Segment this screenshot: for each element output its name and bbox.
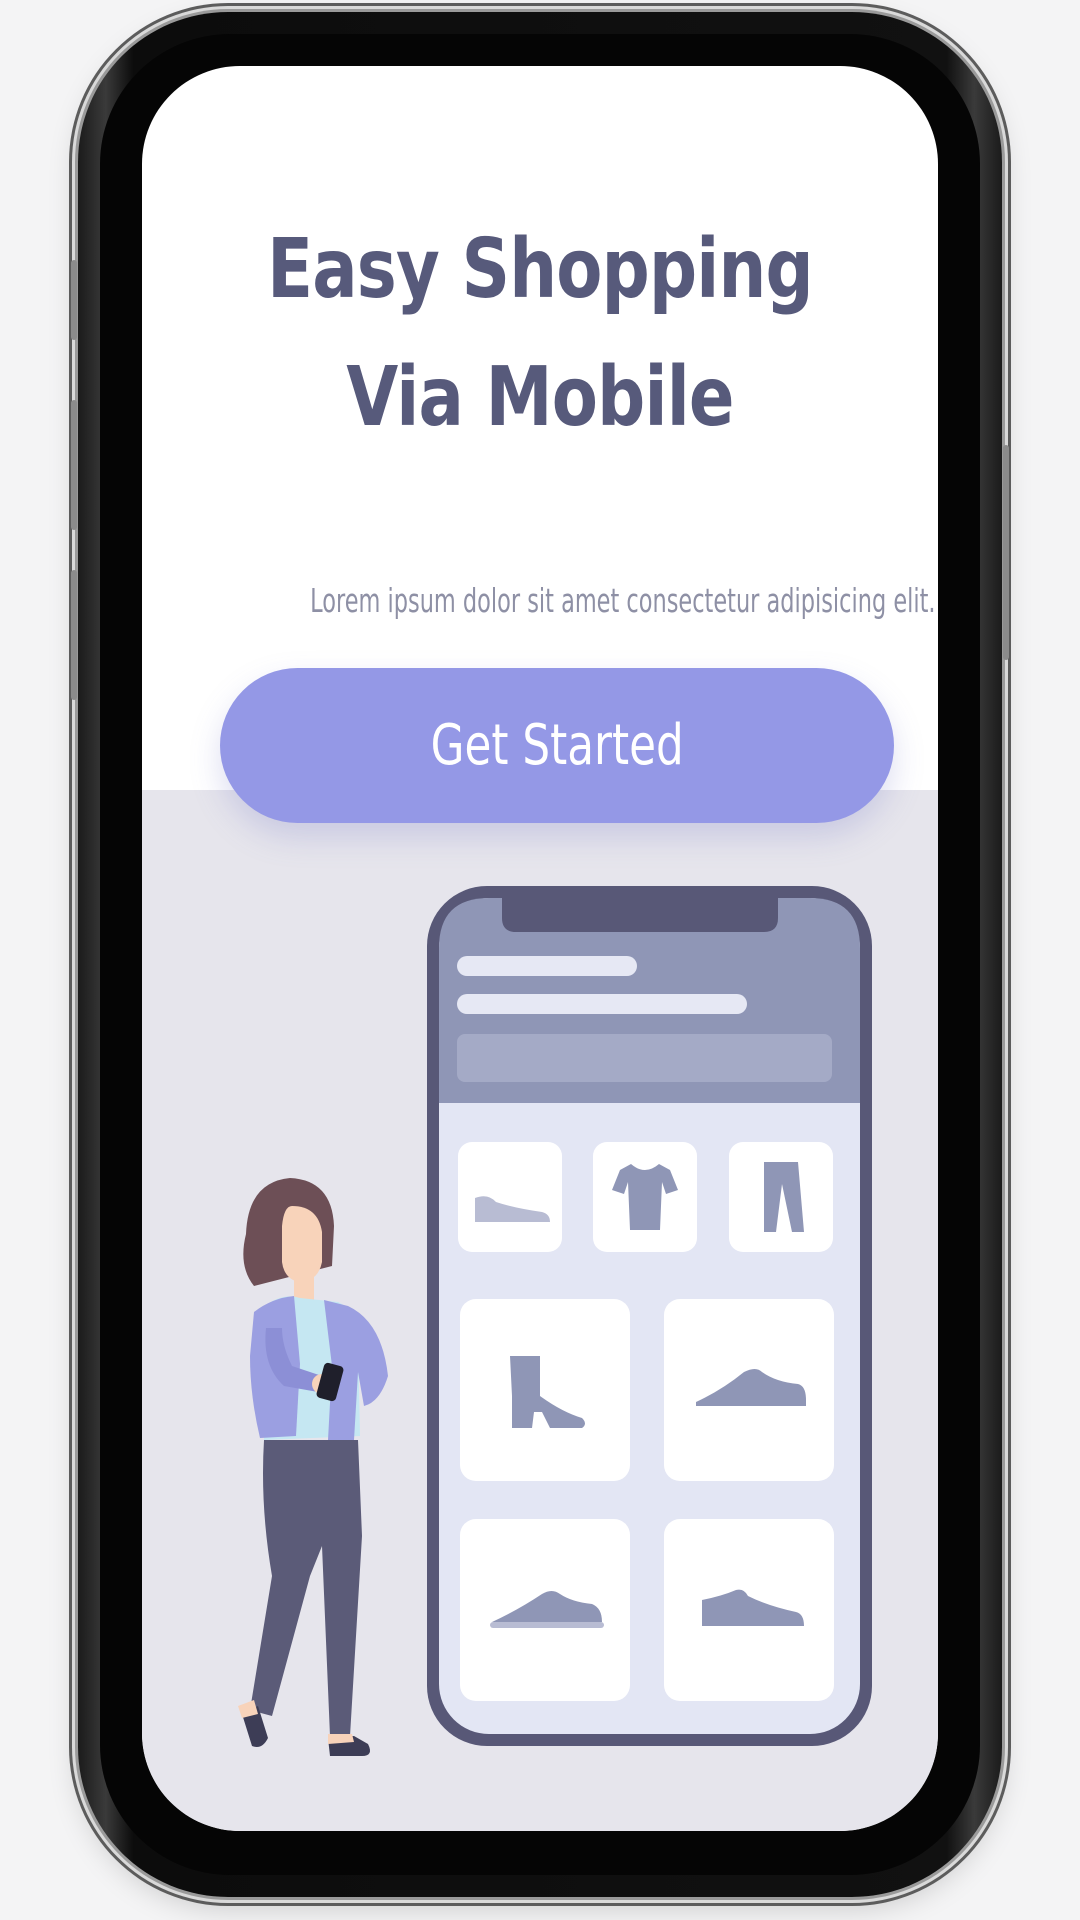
volume-up-button	[71, 400, 77, 530]
product-card-shoe	[458, 1142, 562, 1252]
product-card-pants	[729, 1142, 833, 1252]
woman-figure	[238, 1178, 388, 1756]
product-card-sneaker	[664, 1519, 834, 1701]
shopping-illustration	[238, 886, 872, 1756]
product-card-sneaker	[460, 1519, 630, 1701]
power-button	[1003, 445, 1009, 660]
product-card-boot	[460, 1299, 630, 1481]
side-button	[71, 260, 77, 340]
product-card-sneaker	[664, 1299, 834, 1481]
phone-screen: Easy Shopping Via Mobile Lorem ipsum dol…	[142, 66, 938, 1831]
volume-down-button	[71, 570, 77, 700]
product-card-tshirt	[593, 1142, 697, 1252]
